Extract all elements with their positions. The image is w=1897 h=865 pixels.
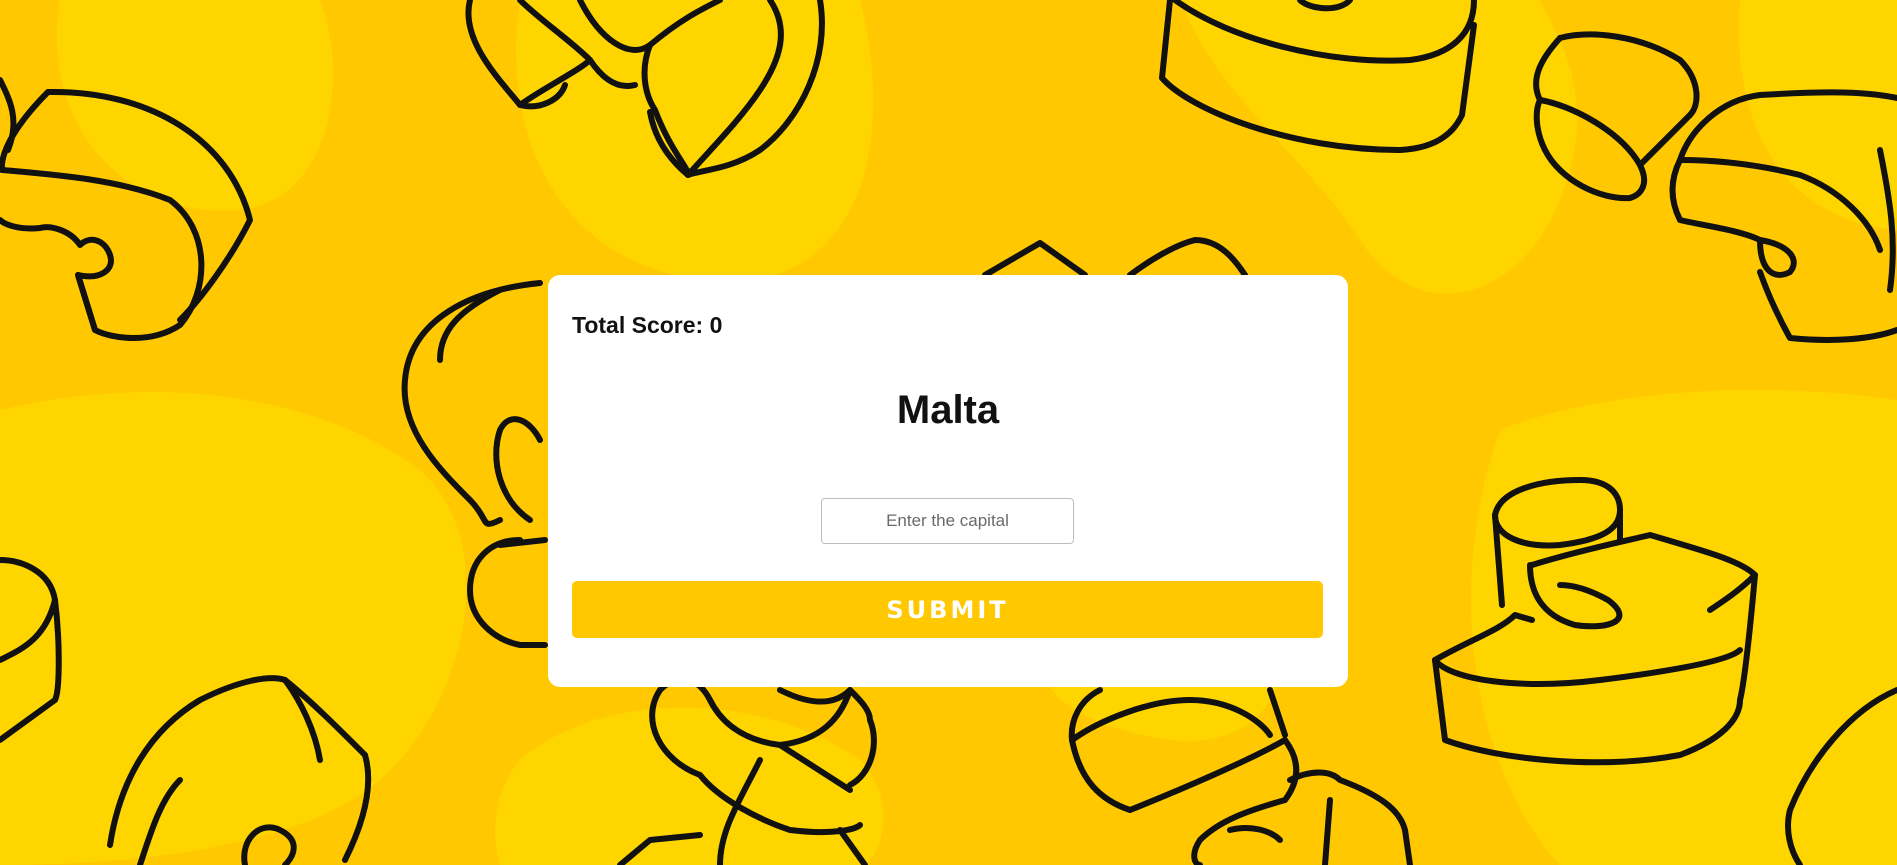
total-score: Total Score: 0 [572,312,723,338]
country-name: Malta [896,388,1000,432]
submit-button[interactable]: SUBMIT [572,581,1323,638]
quiz-card: Total Score: 0 Malta SUBMIT [548,275,1348,687]
capital-input[interactable] [821,498,1074,544]
